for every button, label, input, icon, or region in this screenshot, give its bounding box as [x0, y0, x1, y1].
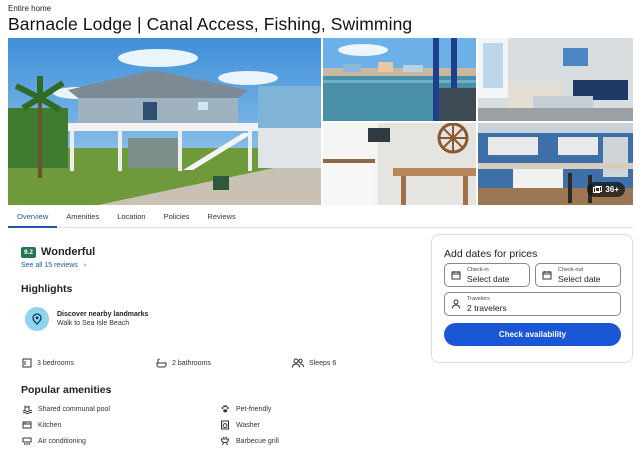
page-title: Barnacle Lodge | Canal Access, Fishing, … [8, 14, 413, 34]
amenity-kitchen: Kitchen [22, 420, 61, 430]
amenity-label: Shared communal pool [38, 405, 110, 413]
checkin-value: Select date [467, 273, 510, 284]
travelers-value: 2 travelers [467, 302, 507, 313]
booking-panel: Add dates for prices Check-in Select dat… [431, 234, 633, 363]
photo-house-exterior[interactable] [8, 38, 321, 205]
bathrooms-label: 2 bathrooms [172, 359, 211, 367]
grill-icon [220, 437, 230, 446]
photo-count-label: 36+ [605, 185, 619, 194]
checkin-field[interactable]: Check-in Select date [444, 263, 530, 287]
rating-summary: 9.2 Wonderful [21, 246, 95, 258]
washer-icon [221, 420, 229, 430]
check-availability-button[interactable]: Check availability [444, 323, 621, 346]
calendar-icon [542, 271, 552, 280]
section-tabs: Overview Amenities Location Policies Rev… [8, 206, 633, 228]
property-type: Entire home [8, 4, 52, 13]
highlight-title: Discover nearby landmarks [57, 311, 149, 318]
gallery-icon [593, 185, 603, 193]
fact-bedrooms: 3 bedrooms [22, 358, 74, 368]
photo-canal[interactable] [323, 38, 476, 121]
photo-gallery[interactable]: 36+ [8, 38, 633, 205]
page-header: Entire home Barnacle Lodge | Canal Acces… [8, 4, 412, 35]
amenity-label: Kitchen [38, 421, 62, 429]
travelers-label: Travelers [467, 295, 490, 302]
amenity-pool: Shared communal pool [22, 404, 110, 414]
booking-title: Add dates for prices [444, 248, 538, 260]
tab-location[interactable]: Location [108, 206, 154, 228]
checkout-field[interactable]: Check-out Select date [535, 263, 621, 287]
amenity-washer: Washer [220, 420, 260, 430]
tab-overview[interactable]: Overview [8, 206, 58, 228]
photo-desk-area[interactable] [323, 123, 476, 205]
tab-policies[interactable]: Policies [155, 206, 199, 228]
rating-word: Wonderful [41, 246, 96, 258]
pool-icon [22, 405, 32, 414]
photo-kitchen[interactable]: 36+ [478, 123, 633, 205]
highlight-subtitle: Walk to Sea Isle Beach [57, 320, 130, 327]
photo-count-button[interactable]: 36+ [587, 182, 625, 197]
checkin-label: Check-in [467, 266, 489, 273]
amenity-label: Washer [236, 421, 260, 429]
amenity-air-conditioning: Air conditioning [22, 436, 86, 446]
bed-icon [22, 358, 32, 368]
property-facts: 3 bedrooms 2 bathrooms Sleeps 6 [22, 358, 352, 372]
kitchen-icon [22, 421, 32, 429]
snowflake-icon [22, 437, 32, 446]
bathtub-icon [156, 358, 167, 368]
tab-amenities[interactable]: Amenities [57, 206, 108, 228]
checkout-label: Check-out [558, 266, 584, 273]
amenity-barbecue-grill: Barbecue grill [220, 436, 279, 446]
chevron-right-icon: › [83, 262, 87, 269]
location-pin-icon [25, 307, 49, 331]
reviews-link-label: See all 15 reviews [21, 262, 78, 269]
sleeps-label: Sleeps 6 [309, 359, 337, 367]
amenity-label: Air conditioning [38, 437, 86, 445]
rating-score-badge: 9.2 [21, 246, 37, 258]
travelers-field[interactable]: Travelers 2 travelers [444, 292, 621, 316]
see-all-reviews-link[interactable]: See all 15 reviews › [21, 262, 86, 269]
highlights-title: Highlights [21, 283, 73, 295]
checkout-value: Select date [558, 273, 601, 284]
amenity-label: Barbecue grill [236, 437, 279, 445]
amenity-pet-friendly: Pet-friendly [220, 404, 271, 414]
calendar-icon [451, 271, 461, 280]
paw-icon [221, 405, 229, 413]
fact-sleeps: Sleeps 6 [292, 358, 336, 368]
people-icon [292, 358, 304, 368]
tab-reviews[interactable]: Reviews [198, 206, 244, 228]
amenity-label: Pet-friendly [236, 405, 272, 413]
highlight-item: Discover nearby landmarks Walk to Sea Is… [25, 307, 148, 331]
fact-bathrooms: 2 bathrooms [156, 358, 211, 368]
bedrooms-label: 3 bedrooms [37, 359, 74, 367]
amenities-title: Popular amenities [21, 384, 112, 396]
photo-living-room[interactable] [478, 38, 633, 121]
person-icon [452, 299, 460, 309]
